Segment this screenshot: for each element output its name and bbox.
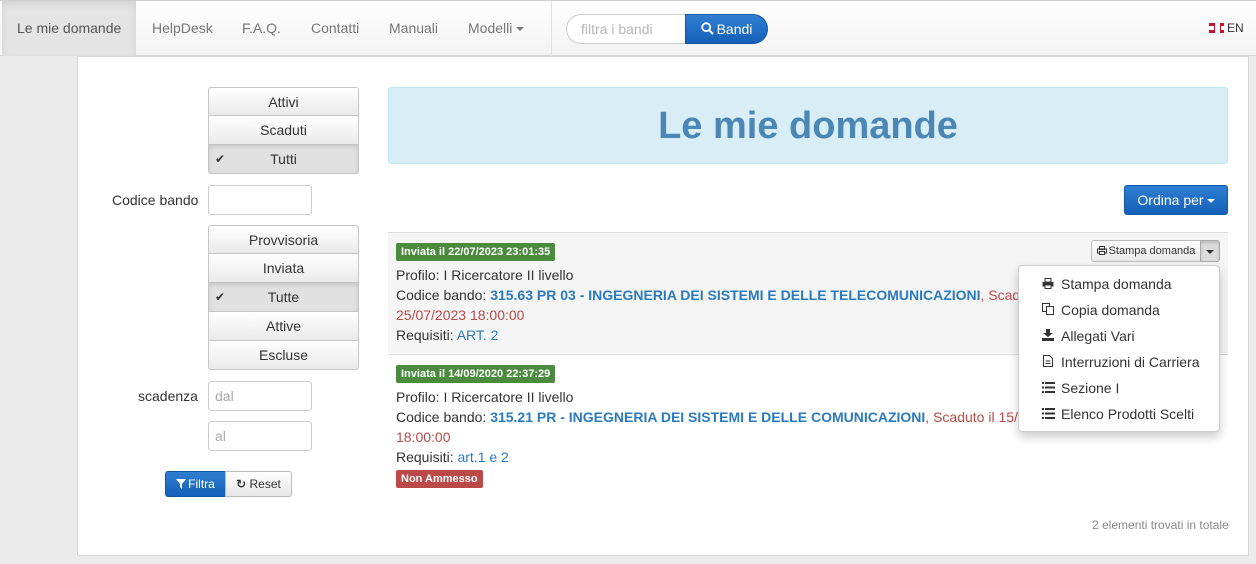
print-icon	[1041, 272, 1055, 298]
filter-provvisoria-button[interactable]: Provvisoria	[208, 225, 359, 254]
nav-faq[interactable]: F.A.Q.	[227, 1, 296, 56]
scadenza-date: 25/07/2023 18:00:00	[396, 307, 525, 323]
filtra-label: Filtra	[188, 477, 215, 491]
ordina-per-button[interactable]: Ordina per	[1124, 185, 1228, 215]
uk-flag-icon	[1209, 23, 1224, 33]
reset-button[interactable]: ↻ Reset	[225, 471, 292, 497]
filtra-button[interactable]: Filtra	[165, 471, 226, 497]
filter-attive-button[interactable]: Attive	[208, 312, 359, 341]
check-icon: ✔	[215, 152, 226, 166]
stampa-dropdown-toggle[interactable]	[1200, 240, 1220, 262]
top-navbar: Le mie domande HelpDesk F.A.Q. Contatti …	[0, 0, 1256, 56]
refresh-icon: ↻	[236, 477, 247, 491]
filter-inviata-button[interactable]: Inviata	[208, 254, 359, 283]
stampa-domanda-button[interactable]: Stampa domanda	[1091, 240, 1201, 262]
scadenza-label: scadenza	[138, 388, 198, 404]
status-badge: Inviata il 22/07/2023 23:01:35	[396, 243, 556, 261]
filter-tutti-button[interactable]: ✔ Tutti	[208, 145, 359, 174]
status-filter-group: Attivi Scaduti ✔ Tutti	[208, 87, 359, 174]
menu-copia-domanda[interactable]: Copia domanda	[1019, 297, 1219, 323]
non-ammesso-badge: Non Ammesso	[396, 470, 483, 488]
list-icon	[1041, 376, 1055, 402]
codice-bando-input[interactable]	[208, 185, 312, 215]
codice-link[interactable]: 315.63 PR 03 - INGEGNERIA DEI SISTEMI E …	[490, 287, 980, 303]
scadenza-date: 18:00:00	[396, 429, 451, 445]
download-icon	[1041, 324, 1055, 350]
nav-contatti[interactable]: Contatti	[296, 1, 374, 56]
nav-le-mie-domande[interactable]: Le mie domande	[2, 1, 137, 56]
scadenza-al-input[interactable]	[208, 421, 312, 451]
codice-prefix: Codice bando:	[396, 287, 491, 303]
filter-attive-label: Attive	[265, 318, 301, 334]
codice-link[interactable]: 315.21 PR - INGEGNERIA DEI SISTEMI E DEL…	[490, 409, 925, 425]
results-count: 2 elementi trovati in totale	[1092, 518, 1229, 532]
copy-icon	[1041, 298, 1055, 324]
codice-line: Codice bando: 315.21 PR - INGEGNERIA DEI…	[396, 409, 1018, 425]
menu-item-label: Elenco Prodotti Scelti	[1061, 406, 1195, 422]
stampa-label: Stampa domanda	[1108, 245, 1196, 257]
filter-attivi-button[interactable]: Attivi	[208, 87, 359, 116]
nav-manuali[interactable]: Manuali	[374, 1, 453, 56]
menu-item-label: Interruzioni di Carriera	[1061, 354, 1200, 370]
menu-stampa-domanda[interactable]: Stampa domanda	[1019, 271, 1219, 297]
menu-item-label: Stampa domanda	[1061, 276, 1172, 292]
codice-prefix: Codice bando:	[396, 409, 491, 425]
filter-tutte-label: Tutte	[267, 289, 300, 305]
file-icon	[1041, 350, 1055, 376]
menu-sezione-i[interactable]: Sezione I	[1019, 375, 1219, 401]
filter-scaduti-label: Scaduti	[260, 122, 307, 138]
print-icon	[1096, 246, 1107, 255]
search-icon	[700, 22, 714, 35]
requisiti-line: Requisiti: ART. 2	[396, 327, 498, 343]
reset-label: Reset	[249, 477, 281, 491]
search-bandi-button[interactable]: Bandi	[685, 14, 768, 44]
requisiti-link[interactable]: ART. 2	[457, 327, 499, 343]
menu-item-label: Allegati Vari	[1061, 328, 1135, 344]
chevron-down-icon	[1206, 199, 1215, 204]
state-filter-group: Provvisoria Inviata ✔ Tutte Attive Esclus…	[208, 225, 359, 370]
page-title: Le mie domande	[388, 87, 1228, 164]
chevron-down-icon	[1206, 250, 1214, 254]
filter-inviata-label: Inviata	[262, 260, 305, 276]
profilo-text: Profilo: I Ricercatore II livello	[396, 389, 574, 405]
menu-item-label: Copia domanda	[1061, 302, 1160, 318]
language-label: EN	[1227, 21, 1244, 35]
requisiti-link[interactable]: art.1 e 2	[457, 449, 508, 465]
filter-icon	[176, 479, 187, 489]
list-icon	[1041, 402, 1055, 428]
menu-item-label: Sezione I	[1061, 380, 1120, 396]
menu-allegati-vari[interactable]: Allegati Vari	[1019, 323, 1219, 349]
status-badge: Inviata il 14/09/2020 22:37:29	[396, 365, 556, 383]
filter-escluse-label: Escluse	[258, 347, 309, 363]
filter-provvisoria-label: Provvisoria	[248, 232, 319, 248]
nav-modelli-label: Modelli	[468, 20, 513, 36]
profilo-text: Profilo: I Ricercatore II livello	[396, 267, 574, 283]
scadenza-dal-input[interactable]	[208, 381, 312, 411]
language-switch[interactable]: EN	[1209, 21, 1244, 35]
codice-line: Codice bando: 315.63 PR 03 - INGEGNERIA …	[396, 287, 1020, 303]
menu-elenco-prodotti[interactable]: Elenco Prodotti Scelti	[1019, 401, 1219, 427]
stampa-dropdown-menu: Stampa domanda Copia domanda Allegati Va…	[1018, 265, 1220, 432]
search-input[interactable]	[566, 14, 692, 44]
nav-divider	[551, 1, 552, 56]
filter-attivi-label: Attivi	[268, 94, 299, 110]
requisiti-line: Requisiti: art.1 e 2	[396, 449, 509, 465]
check-icon: ✔	[215, 290, 226, 304]
codice-bando-label: Codice bando	[112, 192, 199, 208]
nav-helpdesk[interactable]: HelpDesk	[137, 1, 228, 56]
requisiti-prefix: Requisiti:	[396, 449, 458, 465]
filter-tutte-button[interactable]: ✔ Tutte	[208, 283, 359, 312]
filter-tutti-label: Tutti	[270, 151, 297, 167]
more-icon[interactable]: ⋮	[1252, 21, 1256, 35]
requisiti-prefix: Requisiti:	[396, 327, 457, 343]
nav-modelli[interactable]: Modelli	[453, 1, 539, 56]
scadenza-text: , Scad	[980, 287, 1021, 303]
filter-escluse-button[interactable]: Escluse	[208, 341, 359, 370]
chevron-down-icon	[516, 27, 525, 32]
ordina-label: Ordina per	[1137, 192, 1204, 208]
filter-scaduti-button[interactable]: Scaduti	[208, 116, 359, 145]
scadenza-text: , Scaduto il 15/	[925, 409, 1018, 425]
search-button-label: Bandi	[716, 21, 753, 37]
menu-interruzioni-carriera[interactable]: Interruzioni di Carriera	[1019, 349, 1219, 375]
